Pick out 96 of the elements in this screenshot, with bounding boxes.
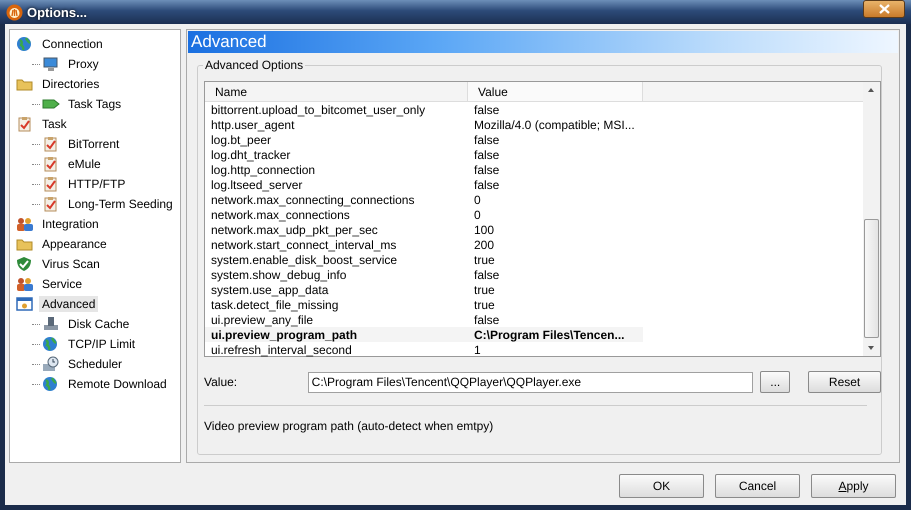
tree-item[interactable]: eMule [65,156,104,172]
option-name: network.start_connect_interval_ms [210,238,398,252]
option-value: 200 [473,238,496,252]
close-button[interactable] [863,0,905,18]
option-value: 100 [473,222,496,236]
monitor-icon [42,56,60,72]
option-value: true [473,298,496,312]
shield-icon [16,256,34,272]
window-icon [16,296,34,312]
option-value: false [473,148,500,162]
tree-item[interactable]: Long-Term Seeding [65,196,176,212]
app-icon [6,4,23,20]
tree-item[interactable]: Directories [39,76,102,92]
tree-item[interactable]: Appearance [39,236,110,252]
table-row[interactable]: log.http_connection false [205,162,863,177]
option-name: system.use_app_data [210,282,330,296]
table-row[interactable]: bittorrent.upload_to_bitcomet_user_only false [205,102,863,117]
table-row[interactable]: task.detect_file_missing true [205,297,863,312]
value-field[interactable]: C:\Program Files\Tencent\QQPlayer\QQPlayer.exe [308,372,754,392]
group-title: Advanced Options [203,58,306,72]
panel-title: Advanced [191,32,267,52]
disk-icon [42,316,60,332]
column-header[interactable]: Value [468,82,643,101]
option-name: system.show_debug_info [210,268,348,282]
table-row[interactable]: system.show_debug_info false [205,267,863,282]
option-value: 0 [473,208,482,222]
people-icon [16,216,34,232]
close-icon [878,4,890,14]
option-value: false [473,268,500,282]
option-name: log.ltseed_server [210,178,304,192]
dialog-button[interactable]: Apply [811,474,896,498]
browse-button[interactable]: ... [760,371,790,393]
table-row[interactable]: ui.preview_program_path C:\Program Files\Tencen... [205,327,643,342]
option-name: ui.refresh_interval_second [210,342,353,356]
tree-item[interactable]: Scheduler [65,356,126,372]
scroll-bar[interactable] [863,82,880,356]
table-row[interactable]: network.max_connecting_connections 0 [205,192,863,207]
people-icon [16,276,34,292]
option-name: http.user_agent [210,118,296,132]
tree-item[interactable]: Disk Cache [65,316,132,332]
table-row[interactable]: ui.refresh_interval_second 1 [205,342,863,357]
option-name: network.max_udp_pkt_per_sec [210,222,379,236]
dialog-button[interactable]: OK [619,474,704,498]
clock-icon [42,356,60,372]
tree-item[interactable]: Proxy [65,56,102,72]
globe-icon [16,36,34,52]
tree-item[interactable]: HTTP/FTP [65,176,128,192]
tree-item[interactable]: Advanced [39,296,98,312]
option-name: network.max_connecting_connections [210,192,416,206]
value-label: Value: [204,375,238,389]
tree-item[interactable]: BitTorrent [65,136,122,152]
option-name: system.enable_disk_boost_service [210,252,398,266]
option-name: log.dht_tracker [210,148,292,162]
option-value: Mozilla/4.0 (compatible; MSI... [473,118,636,132]
reset-button[interactable]: Reset [808,371,881,393]
option-value: false [473,132,500,146]
tree-item[interactable]: Remote Download [65,376,170,392]
option-name: network.max_connections [210,208,351,222]
tree-item[interactable]: Task [39,116,70,132]
option-value: 1 [473,342,482,356]
table-row[interactable]: network.max_connections 0 [205,207,863,222]
table-row[interactable]: ui.preview_any_file false [205,312,863,327]
option-name: ui.preview_program_path [210,328,358,342]
table-row[interactable]: log.bt_peer false [205,132,863,147]
option-value: false [473,102,500,116]
globe-icon [42,376,60,392]
tree-item[interactable]: Virus Scan [39,256,103,272]
table-row[interactable]: http.user_agent Mozilla/4.0 (compatible; MSI... [205,117,863,132]
table-row[interactable]: system.enable_disk_boost_service true [205,252,863,267]
table-row[interactable]: system.use_app_data true [205,282,863,297]
option-value: true [473,252,496,266]
option-value: 0 [473,192,482,206]
option-value: C:\Program Files\Tencen... [473,328,626,342]
option-name: bittorrent.upload_to_bitcomet_user_only [210,102,426,116]
option-name: task.detect_file_missing [210,298,340,312]
option-value: true [473,282,496,296]
scroll-thumb[interactable] [864,219,879,338]
tree-item[interactable]: Service [39,276,86,292]
window-title: Options... [27,4,88,20]
description-text: Video preview program path (auto-detect when emtpy) [204,419,494,433]
tree-item[interactable]: Connection [39,36,106,52]
option-value: false [473,162,500,176]
option-value: false [473,178,500,192]
table-row[interactable]: log.dht_tracker false [205,147,863,162]
globe-icon [42,336,60,352]
tree-item[interactable]: Task Tags [65,96,124,112]
option-value: false [473,312,500,326]
table-row[interactable]: log.ltseed_server false [205,177,863,192]
table-row[interactable]: network.start_connect_interval_ms 200 [205,237,863,252]
option-name: log.http_connection [210,162,316,176]
option-name: log.bt_peer [210,132,272,146]
table-row[interactable]: network.max_udp_pkt_per_sec 100 [205,222,863,237]
dialog-button[interactable]: Cancel [715,474,800,498]
tree-item[interactable]: TCP/IP Limit [65,336,138,352]
tree-item[interactable]: Integration [39,216,102,232]
option-name: ui.preview_any_file [210,312,314,326]
